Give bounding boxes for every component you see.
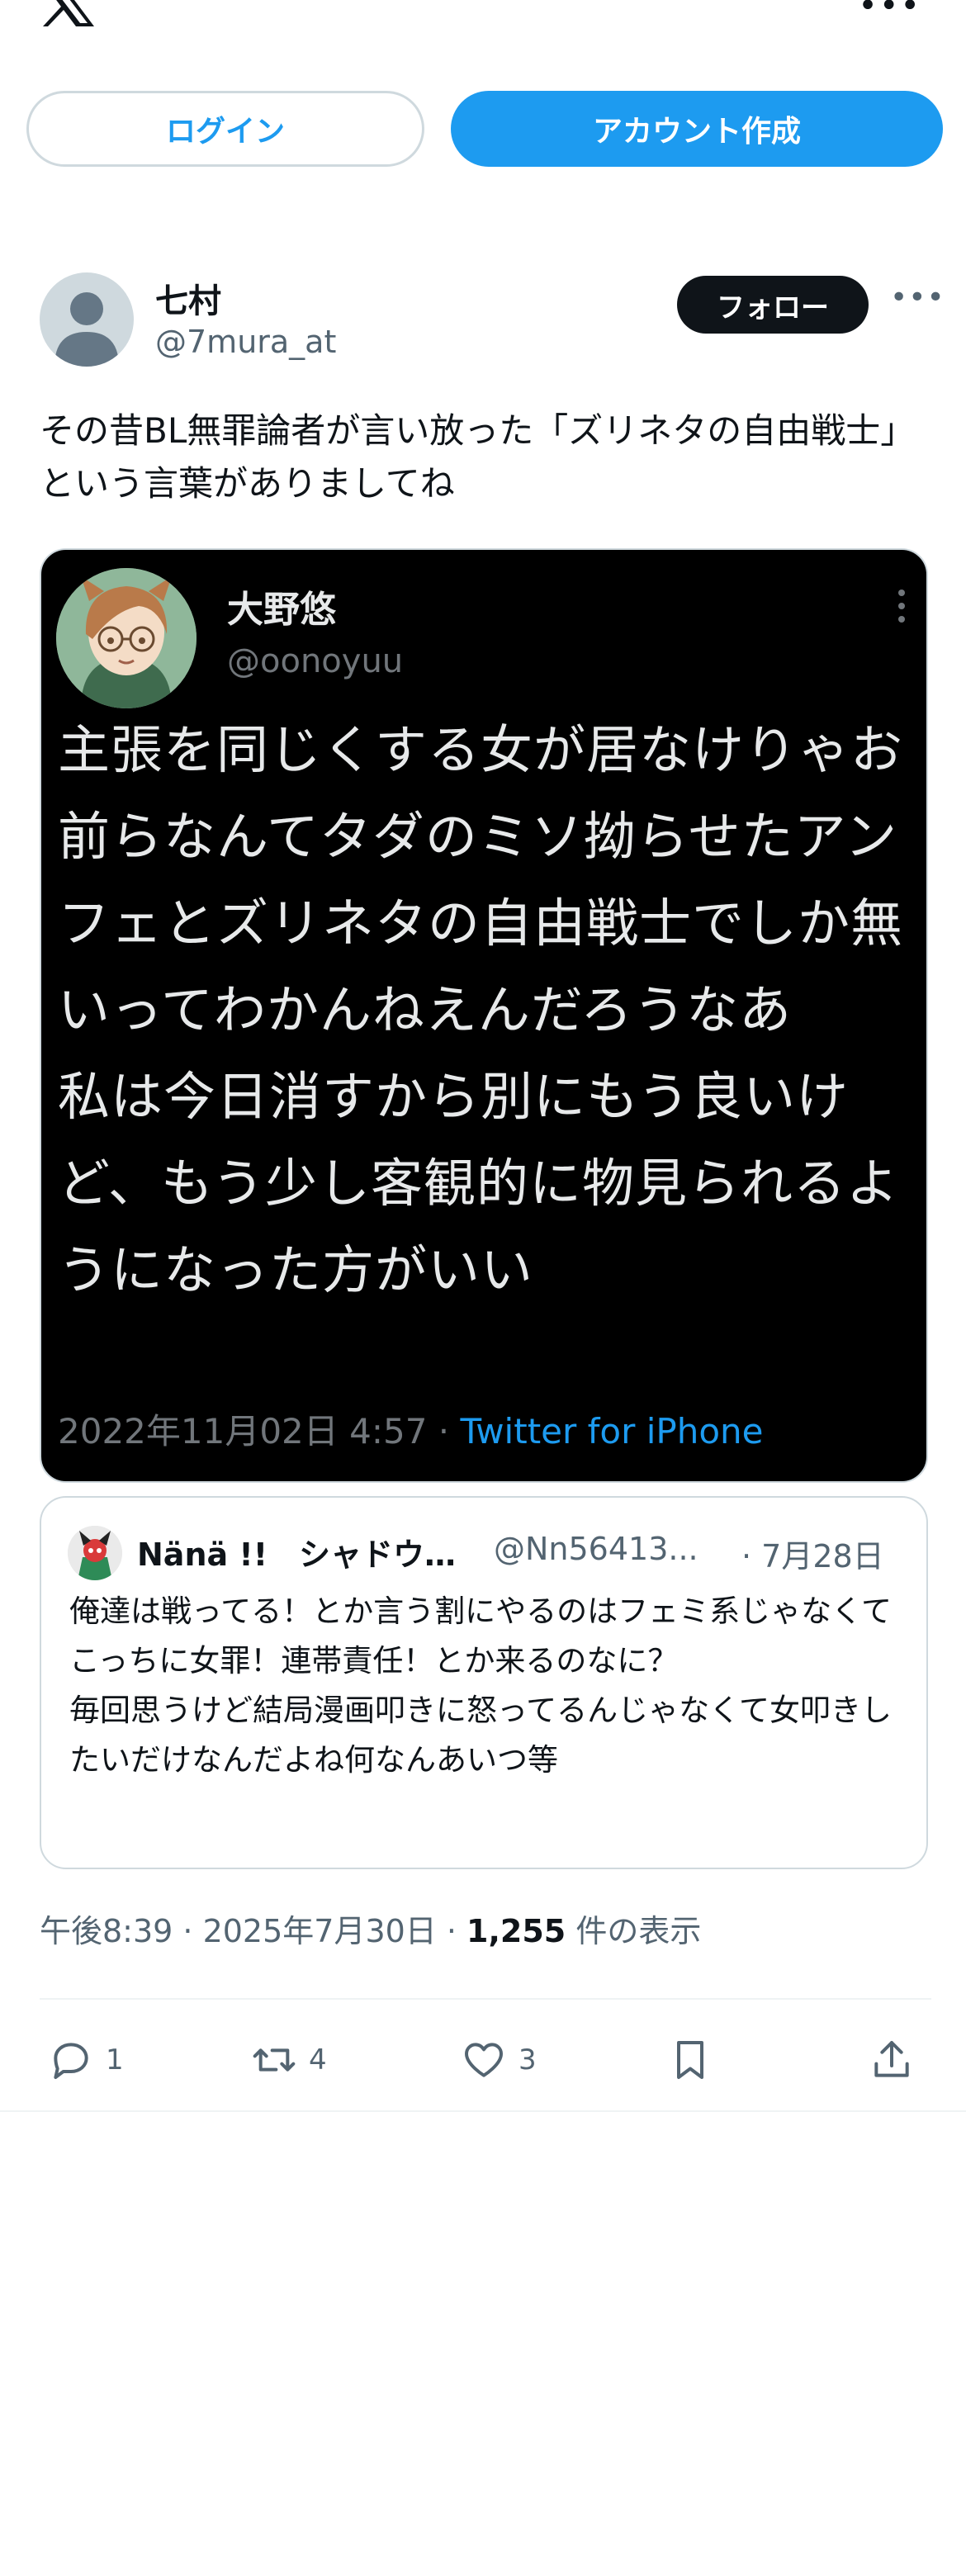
retweet-icon	[253, 2048, 296, 2072]
character-avatar-icon	[68, 1526, 122, 1580]
media-display-name: 大野悠	[227, 589, 336, 631]
reply-icon	[54, 2043, 88, 2079]
quote-avatar	[68, 1526, 122, 1580]
display-name[interactable]: 七村	[155, 274, 221, 322]
reply-button[interactable]: 1	[48, 2023, 124, 2097]
x-logo-icon[interactable]	[40, 0, 97, 28]
quote-display-name: Nänä !! シャドウバン中	[137, 1537, 461, 1573]
like-button[interactable]: 3	[461, 2023, 537, 2097]
divider	[40, 1998, 931, 2000]
media-more-icon	[898, 590, 905, 629]
login-button[interactable]: ログイン	[26, 91, 424, 167]
signup-button[interactable]: アカウント作成	[451, 91, 943, 167]
bookmark-icon	[677, 2041, 703, 2079]
media-avatar	[56, 568, 197, 708]
views-label: 件の表示	[566, 1913, 702, 1949]
post-text: その昔BL無罪論者が言い放った「ズリネタの自由戦士」という言葉がありましてね	[40, 410, 916, 504]
media-tweet-text: 主張を同じくする女が居なけりゃお前らなんてタダのミソ拗らせたアンフェとズリネタの…	[58, 720, 903, 1300]
post-meta: 午後8:39 · 2025年7月30日 · 1,255 件の表示	[40, 1906, 701, 1951]
post-timestamp[interactable]: 午後8:39 · 2025年7月30日 ·	[40, 1913, 466, 1949]
action-bar: 1 4 3	[40, 2023, 931, 2097]
media-meta: 2022年11月02日 4:57 · Twitter for iPhone	[58, 1404, 764, 1454]
user-handle[interactable]: @7mura_at	[155, 324, 336, 360]
heart-icon	[465, 2043, 503, 2077]
post-more-icon[interactable]: •••	[890, 281, 945, 315]
like-count: 3	[519, 2043, 537, 2076]
quote-user-handle: @Nn56413...	[494, 1531, 698, 1567]
default-avatar-icon	[54, 292, 119, 367]
quoted-post[interactable]: Nänä !! シャドウバン中 @Nn56413... · 7月28日 俺達は戦…	[40, 1496, 928, 1869]
quote-text: 俺達は戦ってる！とか言う割にやるのはフェミ系じゃなくてこっちに女罪！連帯責任！と…	[69, 1593, 893, 1778]
media-user-handle: @oonoyuu	[227, 642, 404, 680]
post-media-image[interactable]: 大野悠 @oonoyuu 主張を同じくする女が居なけりゃお前らなんてタダのミソ拗…	[40, 548, 928, 1483]
more-options-icon[interactable]: •••	[858, 0, 921, 22]
quote-date: · 7月28日	[741, 1538, 884, 1574]
reply-count: 1	[106, 2043, 124, 2076]
anime-avatar-icon	[56, 568, 197, 708]
bookmark-button[interactable]	[667, 2023, 713, 2097]
follow-button[interactable]: フォロー	[677, 276, 869, 334]
bottom-divider	[0, 2110, 966, 2112]
retweet-count: 4	[309, 2043, 327, 2076]
views-count: 1,255	[466, 1913, 566, 1949]
avatar[interactable]	[40, 272, 134, 367]
top-bar: •••	[0, 0, 966, 50]
share-icon	[874, 2041, 909, 2077]
share-button[interactable]	[869, 2023, 915, 2097]
retweet-button[interactable]: 4	[251, 2023, 327, 2097]
media-date: 2022年11月02日 4:57 ·	[58, 1411, 461, 1451]
media-source: Twitter for iPhone	[460, 1411, 764, 1451]
